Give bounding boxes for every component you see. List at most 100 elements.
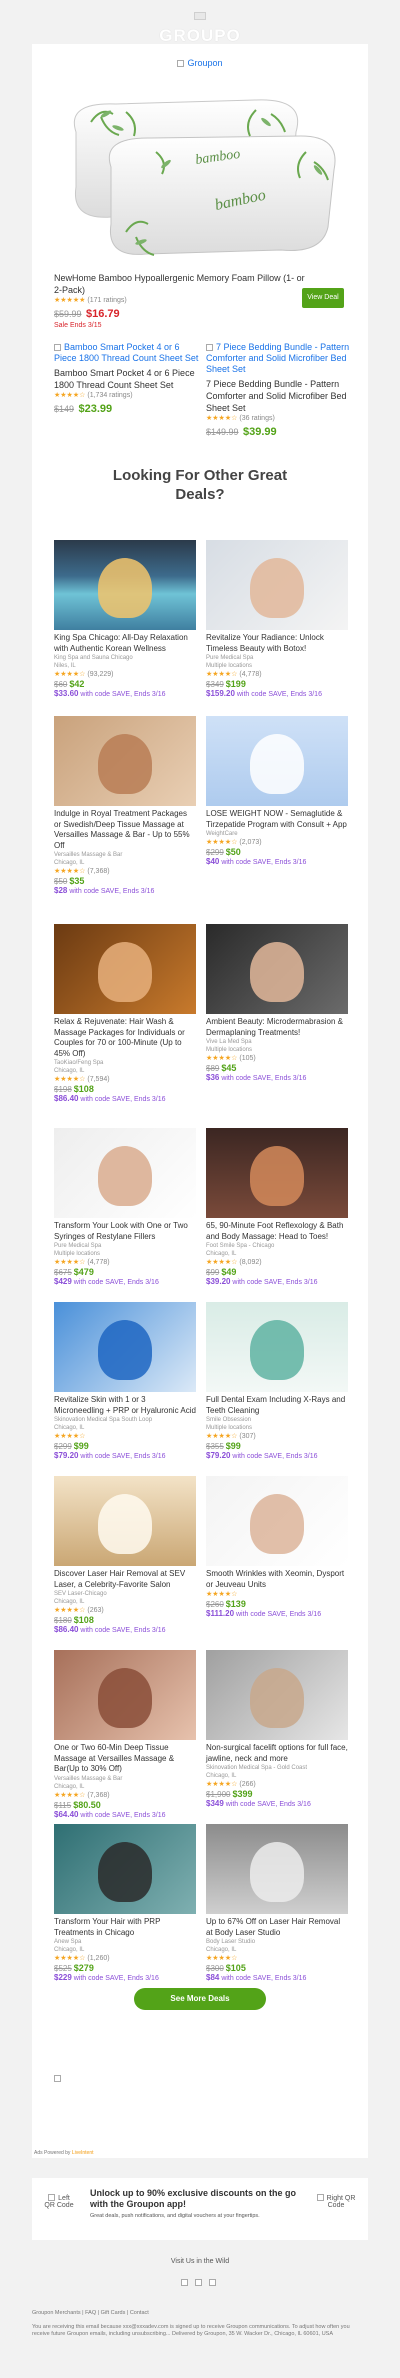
groupon-logo[interactable]: GROUPO bbox=[0, 8, 400, 46]
deal-title[interactable]: LOSE WEIGHT NOW - Semaglutide & Tirzepat… bbox=[206, 809, 348, 830]
see-more-deals-button[interactable]: See More Deals bbox=[134, 1988, 266, 2010]
old-price: $149 bbox=[54, 404, 75, 414]
deal-card[interactable]: LOSE WEIGHT NOW - Semaglutide & Tirzepat… bbox=[206, 716, 348, 867]
deal-title[interactable]: 65, 90-Minute Foot Reflexology & Bath an… bbox=[206, 1221, 348, 1242]
twitter-icon[interactable] bbox=[195, 2279, 202, 2286]
deal-rating: ★★★★☆ (7,368) bbox=[54, 1791, 110, 1799]
hero-title[interactable]: NewHome Bamboo Hypoallergenic Memory Foa… bbox=[54, 272, 314, 296]
deal-image[interactable] bbox=[54, 1824, 196, 1914]
deal-card[interactable]: Smooth Wrinkles with Xeomin, Dysport or … bbox=[206, 1476, 348, 1619]
deal-card[interactable]: Full Dental Exam Including X-Rays and Te… bbox=[206, 1302, 348, 1461]
deal-image[interactable] bbox=[206, 1476, 348, 1566]
deal-rating: ★★★★☆ (93,229) bbox=[54, 671, 114, 678]
deal-image[interactable] bbox=[206, 540, 348, 630]
deal-card[interactable]: Ambient Beauty: Microdermabrasion & Derm… bbox=[206, 924, 348, 1083]
app-promo: Left QR Code Unlock up to 90% exclusive … bbox=[32, 2178, 368, 2240]
photo-subject bbox=[250, 1320, 304, 1380]
deal-title[interactable]: 7 Piece Bedding Bundle - Pattern Comfort… bbox=[206, 378, 354, 414]
instagram-icon[interactable] bbox=[209, 2279, 217, 2286]
promo-text: with code SAVE, Ends 3/16 bbox=[236, 1611, 322, 1618]
deal-title[interactable]: Non-surgical facelift options for full f… bbox=[206, 1743, 348, 1764]
deal-image-alt[interactable]: Bamboo Smart Pocket 4 or 6 Piece 1800 Th… bbox=[54, 342, 198, 363]
new-price: $199 bbox=[225, 679, 246, 689]
deal-title[interactable]: One or Two 60-Min Deep Tissue Massage at… bbox=[54, 1743, 196, 1775]
promo-text: with code SAVE, Ends 3/16 bbox=[232, 1453, 318, 1460]
deal-title[interactable]: Full Dental Exam Including X-Rays and Te… bbox=[206, 1395, 348, 1416]
deal-title[interactable]: Transform Your Look with One or Two Syri… bbox=[54, 1221, 196, 1242]
deal-image[interactable] bbox=[54, 540, 196, 630]
footer-links[interactable]: Groupon Merchants | FAQ | Gift Cards | C… bbox=[32, 2310, 368, 2317]
deal-title[interactable]: Up to 67% Off on Laser Hair Removal at B… bbox=[206, 1917, 348, 1938]
hero-product-image[interactable]: bamboo bamboo bbox=[56, 92, 346, 262]
deal-image[interactable] bbox=[206, 716, 348, 806]
deal-card[interactable]: Relax & Rejuvenate: Hair Wash & Massage … bbox=[54, 924, 196, 1104]
secondary-deal-2[interactable]: 7 Piece Bedding Bundle - Pattern Comfort… bbox=[206, 342, 354, 440]
rating-count: (36 ratings) bbox=[239, 415, 275, 422]
deal-image-alt[interactable]: 7 Piece Bedding Bundle - Pattern Comfort… bbox=[206, 342, 349, 374]
deal-image[interactable] bbox=[54, 1128, 196, 1218]
deal-card[interactable]: King Spa Chicago: All-Day Relaxation wit… bbox=[54, 540, 196, 699]
deal-title[interactable]: Transform Your Hair with PRP Treatments … bbox=[54, 1917, 196, 1938]
footer-legal: You are receiving this email because xxx… bbox=[32, 2324, 350, 2337]
deal-title[interactable]: Revitalize Skin with 1 or 3 Microneedlin… bbox=[54, 1395, 196, 1416]
deal-card[interactable]: Transform Your Look with One or Two Syri… bbox=[54, 1128, 196, 1287]
view-deal-button[interactable]: View Deal bbox=[302, 288, 344, 308]
promo-line: $39.20 with code SAVE, Ends 3/16 bbox=[206, 1277, 348, 1287]
deal-title[interactable]: Ambient Beauty: Microdermabrasion & Derm… bbox=[206, 1017, 348, 1038]
deal-title[interactable]: Revitalize Your Radiance: Unlock Timeles… bbox=[206, 633, 348, 654]
deal-image[interactable] bbox=[206, 1650, 348, 1740]
deal-title[interactable]: Indulge in Royal Treatment Packages or S… bbox=[54, 809, 196, 851]
deal-rating: ★★★★☆ (1,260) bbox=[54, 1955, 110, 1962]
rating-count: (307) bbox=[239, 1433, 256, 1440]
deal-title[interactable]: Relax & Rejuvenate: Hair Wash & Massage … bbox=[54, 1017, 196, 1059]
deal-image[interactable] bbox=[206, 924, 348, 1014]
broken-image-icon bbox=[316, 2194, 324, 2201]
app-headline: Unlock up to 90% exclusive discounts on … bbox=[90, 2188, 297, 2209]
deal-image[interactable] bbox=[54, 1650, 196, 1740]
deal-card[interactable]: Revitalize Skin with 1 or 3 Microneedlin… bbox=[54, 1302, 196, 1461]
deal-card[interactable]: Revitalize Your Radiance: Unlock Timeles… bbox=[206, 540, 348, 699]
deal-merchant: King Spa and Sauna Chicago bbox=[54, 655, 133, 661]
powered-by[interactable]: Ads Powered by LiveIntent bbox=[34, 2150, 94, 2156]
deal-card[interactable]: Up to 67% Off on Laser Hair Removal at B… bbox=[206, 1824, 348, 1983]
deal-card[interactable]: Non-surgical facelift options for full f… bbox=[206, 1650, 348, 1809]
deal-prices: $675 $479 bbox=[54, 1267, 196, 1277]
deal-card[interactable]: Indulge in Royal Treatment Packages or S… bbox=[54, 716, 196, 896]
deal-card[interactable]: Discover Laser Hair Removal at SEV Laser… bbox=[54, 1476, 196, 1635]
deal-prices: $299 $99 bbox=[54, 1441, 196, 1451]
facebook-icon[interactable] bbox=[180, 2279, 188, 2286]
groupon-header-image[interactable]: Groupon bbox=[0, 58, 400, 68]
promo-text: with code SAVE, Ends 3/16 bbox=[73, 1279, 159, 1286]
deal-title[interactable]: Bamboo Smart Pocket 4 or 6 Piece 1800 Th… bbox=[54, 367, 202, 391]
left-qr-code[interactable]: Left QR Code bbox=[44, 2194, 74, 2209]
deal-image[interactable] bbox=[206, 1302, 348, 1392]
deal-image[interactable] bbox=[54, 1302, 196, 1392]
deal-card[interactable]: 65, 90-Minute Foot Reflexology & Bath an… bbox=[206, 1128, 348, 1287]
deal-title[interactable]: King Spa Chicago: All-Day Relaxation wit… bbox=[54, 633, 196, 654]
deal-prices: $525 $279 bbox=[54, 1963, 196, 1973]
deal-image[interactable] bbox=[54, 924, 196, 1014]
deal-merchant: Versailles Massage & Bar bbox=[54, 852, 123, 858]
deal-image[interactable] bbox=[54, 1476, 196, 1566]
old-price: $50 bbox=[54, 877, 68, 886]
deal-image[interactable] bbox=[54, 716, 196, 806]
old-price: $1,900 bbox=[206, 1790, 231, 1799]
deal-merchant: Pure Medical Spa bbox=[206, 655, 254, 661]
promo-price: $64.40 bbox=[54, 1809, 79, 1819]
deal-location: Multiple locations bbox=[206, 1425, 253, 1431]
deal-image[interactable] bbox=[206, 1824, 348, 1914]
deal-title[interactable]: Discover Laser Hair Removal at SEV Laser… bbox=[54, 1569, 196, 1590]
deal-card[interactable]: Transform Your Hair with PRP Treatments … bbox=[54, 1824, 196, 1983]
deal-title[interactable]: Smooth Wrinkles with Xeomin, Dysport or … bbox=[206, 1569, 348, 1590]
deal-rating: ★★★★☆ (105) bbox=[206, 1055, 256, 1062]
ad-image[interactable] bbox=[54, 2068, 64, 2086]
deal-image[interactable] bbox=[206, 1128, 348, 1218]
promo-price: $86.40 bbox=[54, 1625, 79, 1634]
right-qr-code[interactable]: Right QR Code bbox=[316, 2194, 356, 2209]
promo-line: $28 with code SAVE, Ends 3/16 bbox=[54, 886, 196, 896]
promo-text: with code SAVE, Ends 3/16 bbox=[221, 859, 307, 866]
deal-prices: $115 $80.50 bbox=[54, 1800, 196, 1810]
secondary-deal-1[interactable]: Bamboo Smart Pocket 4 or 6 Piece 1800 Th… bbox=[54, 342, 202, 417]
deal-card[interactable]: One or Two 60-Min Deep Tissue Massage at… bbox=[54, 1650, 196, 1820]
deal-prices: $349 $199 bbox=[206, 679, 348, 689]
